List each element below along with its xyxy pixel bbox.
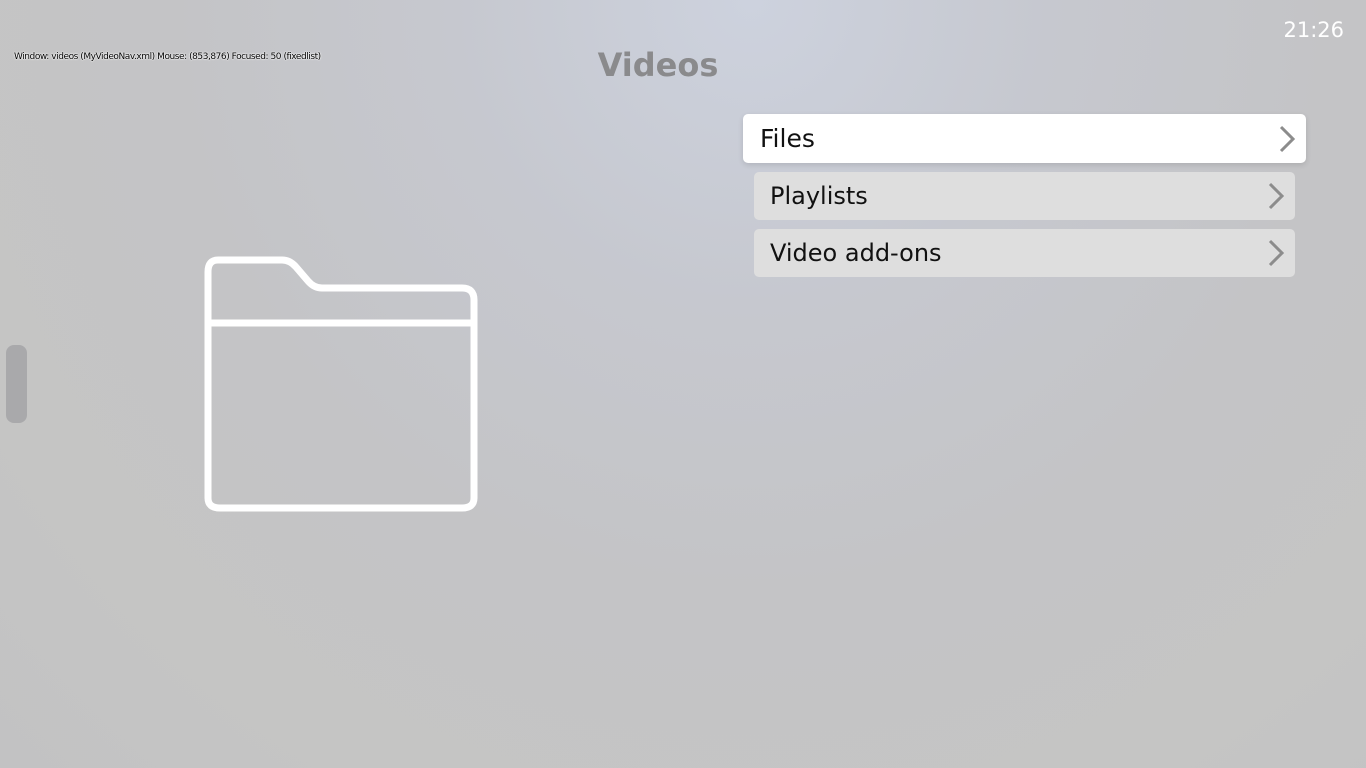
side-scroll-handle[interactable]: [6, 345, 27, 423]
chevron-right-icon: [1268, 182, 1285, 210]
chevron-right-icon: [1279, 125, 1296, 152]
preview-thumbnail: [204, 256, 480, 512]
menu-item-files[interactable]: Files: [743, 114, 1306, 163]
chevron-right-icon: [1268, 239, 1285, 267]
folder-icon: [204, 256, 478, 512]
menu-item-label: Video add-ons: [770, 239, 942, 267]
clock: 21:26: [1283, 18, 1344, 42]
menu-item-label: Files: [760, 124, 815, 153]
menu-item-playlists[interactable]: Playlists: [754, 172, 1295, 220]
page-title: Videos: [597, 46, 719, 84]
menu-item-video-addons[interactable]: Video add-ons: [754, 229, 1295, 277]
menu-item-label: Playlists: [770, 182, 868, 210]
